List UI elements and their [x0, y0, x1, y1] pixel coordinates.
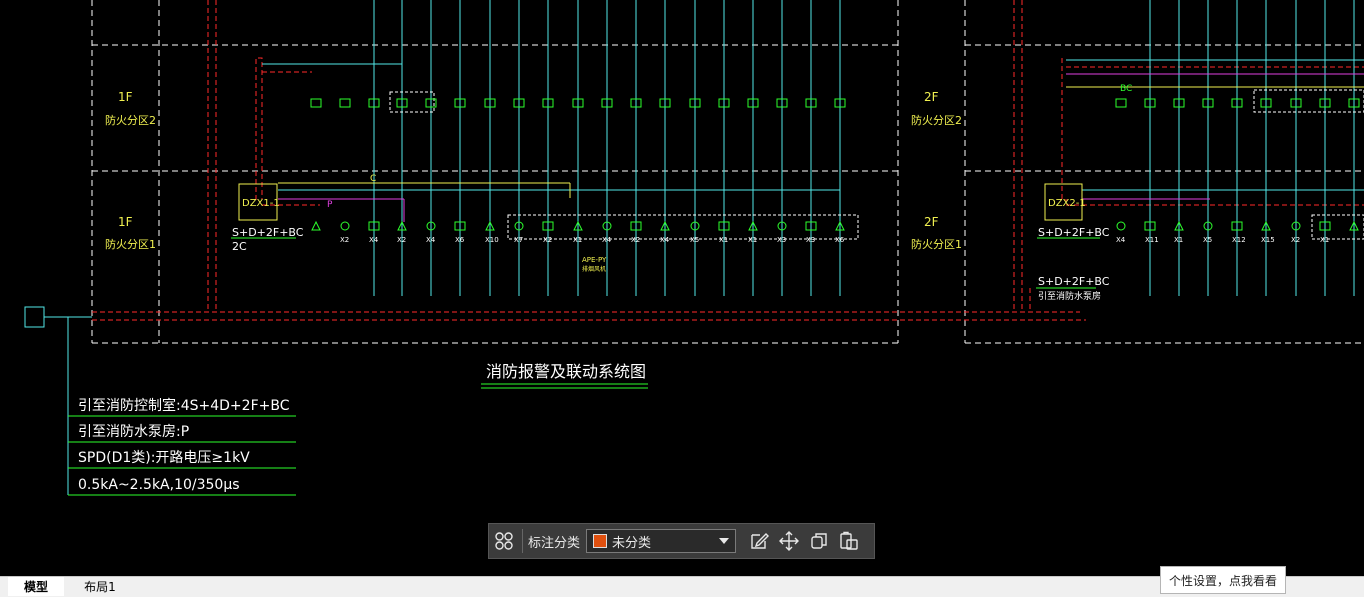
count-label-dzx1: 2C — [232, 240, 247, 253]
zone-label-2f-upper: 防火分区2 — [911, 113, 962, 127]
toolbar-separator — [522, 529, 523, 553]
device-label: X2 — [397, 236, 406, 244]
cable-label-dzx2: S+D+2F+BC — [1038, 226, 1110, 239]
chevron-down-icon — [719, 538, 730, 544]
device-label: X6 — [455, 236, 465, 244]
category-value: 未分类 — [612, 535, 652, 551]
detector-symbol — [311, 220, 321, 231]
ape-sub-label: 排烟风机 — [582, 265, 606, 273]
category-color-swatch — [593, 534, 608, 548]
device-labels: X2 X4 X2 X4 X6 X10 X7 X2 X1 X4 X2 X4 X5 X1 X1 X3 X3 X6 X4 X… — [340, 236, 1329, 244]
category-label: 标注分类 — [528, 535, 581, 551]
detector-symbols — [310, 98, 1360, 231]
wire-p-label: P — [327, 200, 333, 210]
device-label: X1 — [1320, 236, 1329, 244]
grid-icon — [495, 532, 513, 550]
device-label: X15 — [1261, 236, 1275, 244]
move-icon — [779, 531, 800, 551]
note-line-3: SPD(D1类):开路电压≥1kV — [78, 450, 250, 466]
riser-note: 引至消防水泵房 — [1038, 290, 1101, 302]
bc-label: BC — [1120, 84, 1132, 94]
device-label: X1 — [573, 236, 582, 244]
device-label: X1 — [1174, 236, 1183, 244]
module-symbol — [1115, 98, 1127, 108]
grid-icon-button[interactable] — [489, 526, 519, 556]
detector-symbol — [1116, 221, 1126, 231]
device-label: X2 — [543, 236, 552, 244]
floor-label-1f-lower: 1F — [118, 215, 133, 229]
zone-label-1f-lower: 防火分区1 — [105, 237, 156, 251]
red-risers — [92, 0, 1364, 321]
note-line-1: 引至消防控制室:4S+4D+2F+BC — [78, 397, 290, 414]
zone-label-2f-lower: 防火分区1 — [911, 237, 962, 251]
floor-label-2f-lower: 2F — [924, 215, 939, 229]
magenta-wires — [278, 73, 1364, 222]
paste-button[interactable] — [834, 526, 864, 556]
device-label: X5 — [690, 236, 699, 244]
device-label: X4 — [369, 236, 379, 244]
edit-button[interactable] — [744, 526, 774, 556]
device-label: X2 — [631, 236, 640, 244]
tab-model[interactable]: 模型 — [8, 577, 64, 596]
device-label: X3 — [806, 236, 815, 244]
wire-c-label: C — [370, 174, 376, 184]
module-symbol — [310, 98, 322, 108]
cad-drawing-canvas[interactable]: 消防报警及联动系统图 1F 防火分区2 1F 防火分区1 2F 防火分区2 2F… — [0, 0, 1364, 576]
paste-icon — [840, 531, 858, 550]
edit-icon — [751, 533, 770, 549]
device-label: X1 — [748, 236, 757, 244]
zone-label-1f-upper: 防火分区2 — [105, 113, 156, 127]
category-select[interactable]: 未分类 — [586, 529, 737, 553]
move-button[interactable] — [774, 526, 804, 556]
device-label: X11 — [1145, 236, 1159, 244]
device-label: X4 — [1116, 236, 1126, 244]
box-label-dzx2: DZX2-1 — [1048, 198, 1086, 209]
personalize-tooltip[interactable]: 个性设置，点我看看 — [1160, 566, 1286, 594]
device-label: X4 — [660, 236, 670, 244]
device-label: X7 — [514, 236, 523, 244]
device-label: X2 — [1291, 236, 1300, 244]
note-line-4: 0.5kA~2.5kA,10/350μs — [78, 477, 240, 493]
module-symbol — [339, 98, 351, 108]
tab-layout1[interactable]: 布局1 — [70, 577, 130, 596]
ape-label: APE-PY — [582, 256, 607, 264]
cable-label-dzx1: S+D+2F+BC — [232, 226, 304, 239]
annotation-toolbar: 标注分类 未分类 — [488, 523, 875, 559]
copy-button[interactable] — [804, 526, 834, 556]
floor-label-1f-upper: 1F — [118, 90, 133, 104]
device-label: X4 — [602, 236, 612, 244]
device-label: X10 — [485, 236, 499, 244]
device-label: X4 — [426, 236, 436, 244]
drawing-title: 消防报警及联动系统图 — [486, 362, 646, 381]
note-line-2: 引至消防水泵房:P — [78, 424, 189, 440]
floor-label-2f-upper: 2F — [924, 90, 939, 104]
yellow-wires — [278, 86, 1364, 198]
device-label: X5 — [1203, 236, 1212, 244]
zone-frames — [91, 0, 1364, 344]
device-label: X2 — [340, 236, 349, 244]
cable-label-riser: S+D+2F+BC — [1038, 275, 1110, 288]
device-label: X12 — [1232, 236, 1246, 244]
copy-icon — [811, 533, 827, 549]
box-label-dzx1: DZX1-1 — [242, 198, 280, 209]
device-label: X3 — [777, 236, 786, 244]
detector-symbol — [340, 221, 350, 231]
device-label: X1 — [719, 236, 728, 244]
device-label: X6 — [835, 236, 845, 244]
